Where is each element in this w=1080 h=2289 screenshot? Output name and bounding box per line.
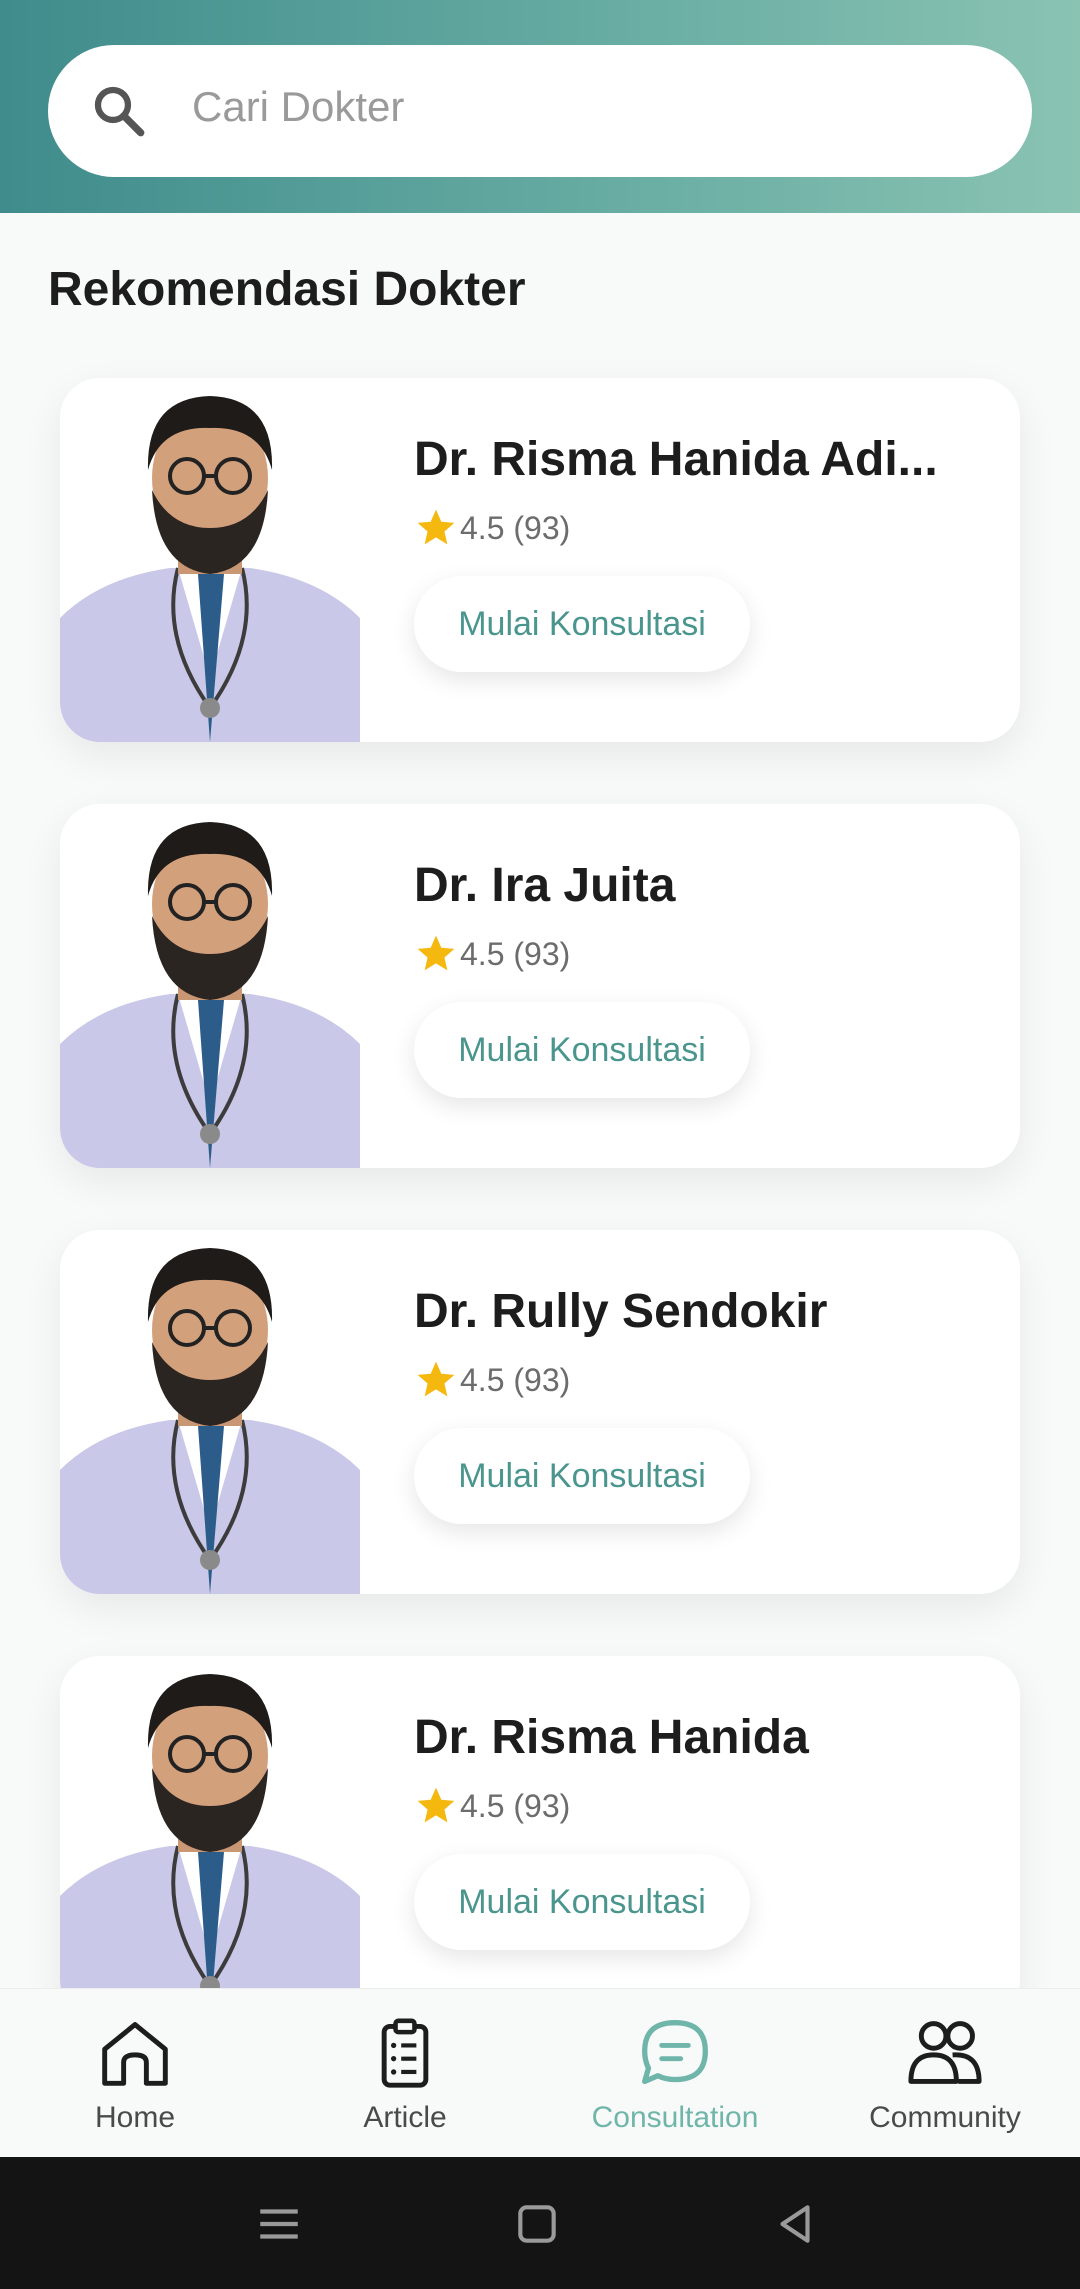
bottom-nav: Home Article Consultation Community bbox=[0, 1988, 1080, 2157]
system-nav-bar bbox=[0, 2157, 1080, 2289]
doctor-rating: 4.5 (93) bbox=[414, 1784, 570, 1828]
doctor-card[interactable]: Dr. Rully Sendokir 4.5 (93) Mulai Konsul… bbox=[60, 1230, 1020, 1594]
star-icon bbox=[417, 1361, 455, 1397]
doctor-rating: 4.5 (93) bbox=[414, 506, 570, 550]
rating-value: 4.5 (93) bbox=[460, 935, 571, 972]
chat-icon bbox=[642, 2020, 708, 2085]
back-icon[interactable] bbox=[770, 2199, 820, 2249]
search-input[interactable]: Cari Dokter bbox=[192, 76, 404, 138]
nav-label: Article bbox=[363, 2101, 447, 2134]
start-consultation-button[interactable]: Mulai Konsultasi bbox=[414, 1428, 750, 1524]
rating-value: 4.5 (93) bbox=[460, 1787, 571, 1824]
doctor-photo bbox=[60, 378, 360, 742]
nav-label: Community bbox=[869, 2101, 1021, 2134]
doctor-photo bbox=[60, 1230, 360, 1594]
doctor-rating: 4.5 (93) bbox=[414, 932, 570, 976]
start-consultation-button[interactable]: Mulai Konsultasi bbox=[414, 1854, 750, 1950]
clipboard-icon bbox=[381, 2018, 429, 2088]
doctor-card[interactable]: Dr. Risma Hanida 4.5 (93) Mulai Konsulta… bbox=[60, 1656, 1020, 1988]
home-icon bbox=[102, 2022, 168, 2086]
home-square-icon[interactable] bbox=[512, 2199, 562, 2249]
doctor-name: Dr. Risma Hanida Adi... bbox=[414, 433, 938, 486]
doctor-name: Dr. Risma Hanida bbox=[414, 1711, 809, 1764]
doctor-list[interactable]: Dr. Risma Hanida Adi... 4.5 (93) Mulai K… bbox=[0, 350, 1080, 1988]
nav-item-consultation[interactable]: Consultation bbox=[540, 1989, 810, 2158]
doctor-photo bbox=[60, 804, 360, 1168]
star-icon bbox=[417, 509, 455, 545]
section-title: Rekomendasi Dokter bbox=[48, 263, 526, 316]
menu-icon[interactable] bbox=[254, 2199, 304, 2249]
header: Cari Dokter bbox=[0, 0, 1080, 213]
rating-value: 4.5 (93) bbox=[460, 509, 571, 546]
doctor-name: Dr. Rully Sendokir bbox=[414, 1285, 828, 1338]
doctor-photo bbox=[60, 1656, 360, 1988]
nav-item-community[interactable]: Community bbox=[810, 1989, 1080, 2158]
start-consultation-button[interactable]: Mulai Konsultasi bbox=[414, 1002, 750, 1098]
doctor-rating: 4.5 (93) bbox=[414, 1358, 570, 1402]
star-icon bbox=[417, 935, 455, 971]
doctor-card[interactable]: Dr. Ira Juita 4.5 (93) Mulai Konsultasi bbox=[60, 804, 1020, 1168]
search-icon bbox=[94, 86, 145, 137]
nav-item-home[interactable]: Home bbox=[0, 1989, 270, 2158]
people-icon bbox=[908, 2021, 982, 2084]
star-icon bbox=[417, 1787, 455, 1823]
nav-label: Consultation bbox=[591, 2101, 759, 2134]
doctor-name: Dr. Ira Juita bbox=[414, 859, 676, 912]
rating-value: 4.5 (93) bbox=[460, 1361, 571, 1398]
nav-item-article[interactable]: Article bbox=[270, 1989, 540, 2158]
nav-label: Home bbox=[94, 2101, 176, 2134]
start-consultation-button[interactable]: Mulai Konsultasi bbox=[414, 576, 750, 672]
doctor-card[interactable]: Dr. Risma Hanida Adi... 4.5 (93) Mulai K… bbox=[60, 378, 1020, 742]
